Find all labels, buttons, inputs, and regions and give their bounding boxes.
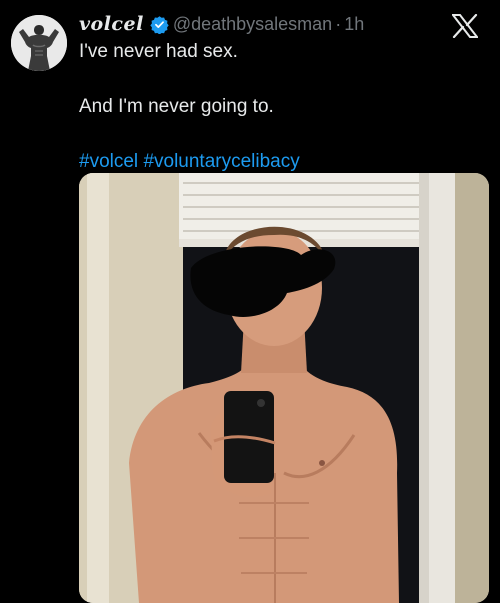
tweet-media-photo[interactable] bbox=[79, 173, 489, 603]
avatar-image bbox=[11, 15, 67, 71]
avatar[interactable] bbox=[11, 15, 67, 71]
x-logo-icon[interactable] bbox=[452, 14, 478, 38]
tweet: volcel @deathbysalesman · 1h I've never … bbox=[0, 0, 500, 603]
timestamp[interactable]: 1h bbox=[344, 14, 364, 35]
tweet-line: I've never had sex. bbox=[79, 41, 238, 62]
display-name[interactable]: volcel bbox=[79, 13, 144, 35]
hashtag-link[interactable]: #voluntarycelibacy bbox=[143, 151, 299, 172]
tweet-header: volcel @deathbysalesman · 1h bbox=[79, 12, 448, 36]
hashtag-row: #volcel #voluntarycelibacy bbox=[79, 150, 479, 174]
tweet-line: And I'm never going to. bbox=[79, 96, 274, 117]
tweet-text: I've never had sex. And I'm never going … bbox=[79, 40, 479, 174]
verified-badge-icon bbox=[150, 15, 169, 34]
photo-illustration bbox=[79, 173, 489, 603]
separator-dot: · bbox=[335, 13, 342, 34]
handle[interactable]: @deathbysalesman bbox=[173, 14, 332, 35]
hashtag-link[interactable]: #volcel bbox=[79, 151, 138, 172]
